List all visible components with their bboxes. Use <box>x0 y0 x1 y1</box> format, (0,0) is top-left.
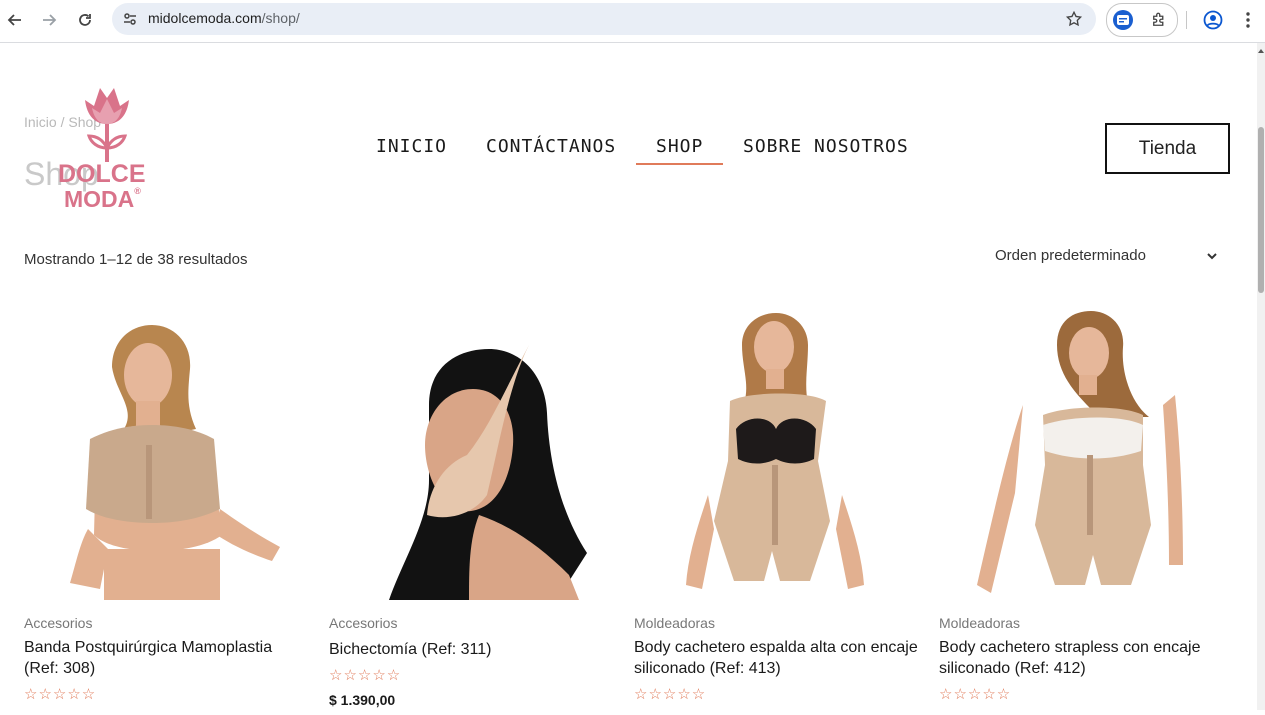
logo-text-dolce: DOLCE <box>58 160 146 188</box>
back-icon[interactable] <box>2 8 28 32</box>
product-photo-bichectomia <box>329 305 615 600</box>
star-icon[interactable] <box>1064 9 1084 29</box>
rating-stars-icon: ☆☆☆☆☆ <box>939 686 1012 703</box>
forward-icon[interactable] <box>36 8 62 32</box>
profile-icon[interactable] <box>1201 8 1225 32</box>
product-image[interactable] <box>634 305 920 600</box>
menu-icon[interactable] <box>1238 8 1258 32</box>
product-image[interactable] <box>24 305 310 600</box>
product-image[interactable] <box>329 305 615 600</box>
browser-toolbar: midolcemoda.com/shop/ <box>0 0 1265 43</box>
rating-stars-icon: ☆☆☆☆☆ <box>634 686 707 703</box>
nav-item-inicio[interactable]: INICIO <box>376 136 447 157</box>
product-category[interactable]: Moldeadoras <box>634 615 715 631</box>
product-category[interactable]: Accesorios <box>329 615 397 631</box>
product-price: $ 1.390,00 <box>329 692 396 708</box>
product-card[interactable]: Accesorios Banda Postquirúrgica Mamoplas… <box>24 305 310 715</box>
orderby-select[interactable]: Orden predeterminado <box>995 247 1223 269</box>
product-card[interactable]: Moldeadoras Body cachetero strapless con… <box>939 305 1225 715</box>
tienda-button[interactable]: Tienda <box>1105 123 1230 174</box>
extensions-group <box>1106 3 1178 37</box>
nav-active-underline <box>636 163 723 165</box>
logo-registered: ® <box>134 186 141 196</box>
page-scrollbar[interactable] <box>1257 43 1265 710</box>
nav-item-sobre-nosotros[interactable]: SOBRE NOSOTROS <box>743 136 909 157</box>
nav-item-shop[interactable]: SHOP <box>656 136 703 157</box>
result-count: Mostrando 1–12 de 38 resultados <box>24 251 248 268</box>
toolbar-divider <box>1186 11 1187 29</box>
orderby-selected: Orden predeterminado <box>995 247 1146 264</box>
product-title[interactable]: Body cachetero strapless con encaje sili… <box>939 637 1225 679</box>
product-title[interactable]: Bichectomía (Ref: 311) <box>329 639 615 660</box>
product-photo-banda <box>24 305 310 600</box>
rating-stars-icon: ☆☆☆☆☆ <box>329 667 402 684</box>
rating-stars-icon: ☆☆☆☆☆ <box>24 686 97 703</box>
extension-icon[interactable] <box>1113 10 1133 30</box>
url-path: /shop/ <box>261 10 300 26</box>
product-category[interactable]: Accesorios <box>24 615 92 631</box>
product-category[interactable]: Moldeadoras <box>939 615 1020 631</box>
url-host: midolcemoda.com <box>148 10 262 26</box>
product-image[interactable] <box>939 305 1225 600</box>
product-photo-body-413 <box>634 305 920 600</box>
nav-item-contactanos[interactable]: CONTÁCTANOS <box>486 136 616 157</box>
product-card[interactable]: Accesorios Bichectomía (Ref: 311) ☆☆☆☆☆ … <box>329 305 615 715</box>
product-photo-body-412 <box>939 305 1225 600</box>
chevron-down-icon <box>1205 249 1219 263</box>
logo-text-moda: MODA® <box>64 186 141 213</box>
puzzle-icon[interactable] <box>1149 10 1169 30</box>
product-title[interactable]: Body cachetero espalda alta con encaje s… <box>634 637 920 679</box>
reload-icon[interactable] <box>72 8 98 32</box>
address-bar[interactable]: midolcemoda.com/shop/ <box>112 3 1096 35</box>
url-text: midolcemoda.com/shop/ <box>148 10 300 26</box>
product-title[interactable]: Banda Postquirúrgica Mamoplastia (Ref: 3… <box>24 637 310 679</box>
scrollbar-thumb[interactable] <box>1258 127 1264 293</box>
tulip-logo-icon <box>85 88 129 162</box>
scroll-up-icon[interactable] <box>1257 43 1265 55</box>
site-info-icon[interactable] <box>118 7 142 31</box>
logo-text-moda-word: MODA <box>64 186 135 212</box>
product-card[interactable]: Moldeadoras Body cachetero espalda alta … <box>634 305 920 715</box>
